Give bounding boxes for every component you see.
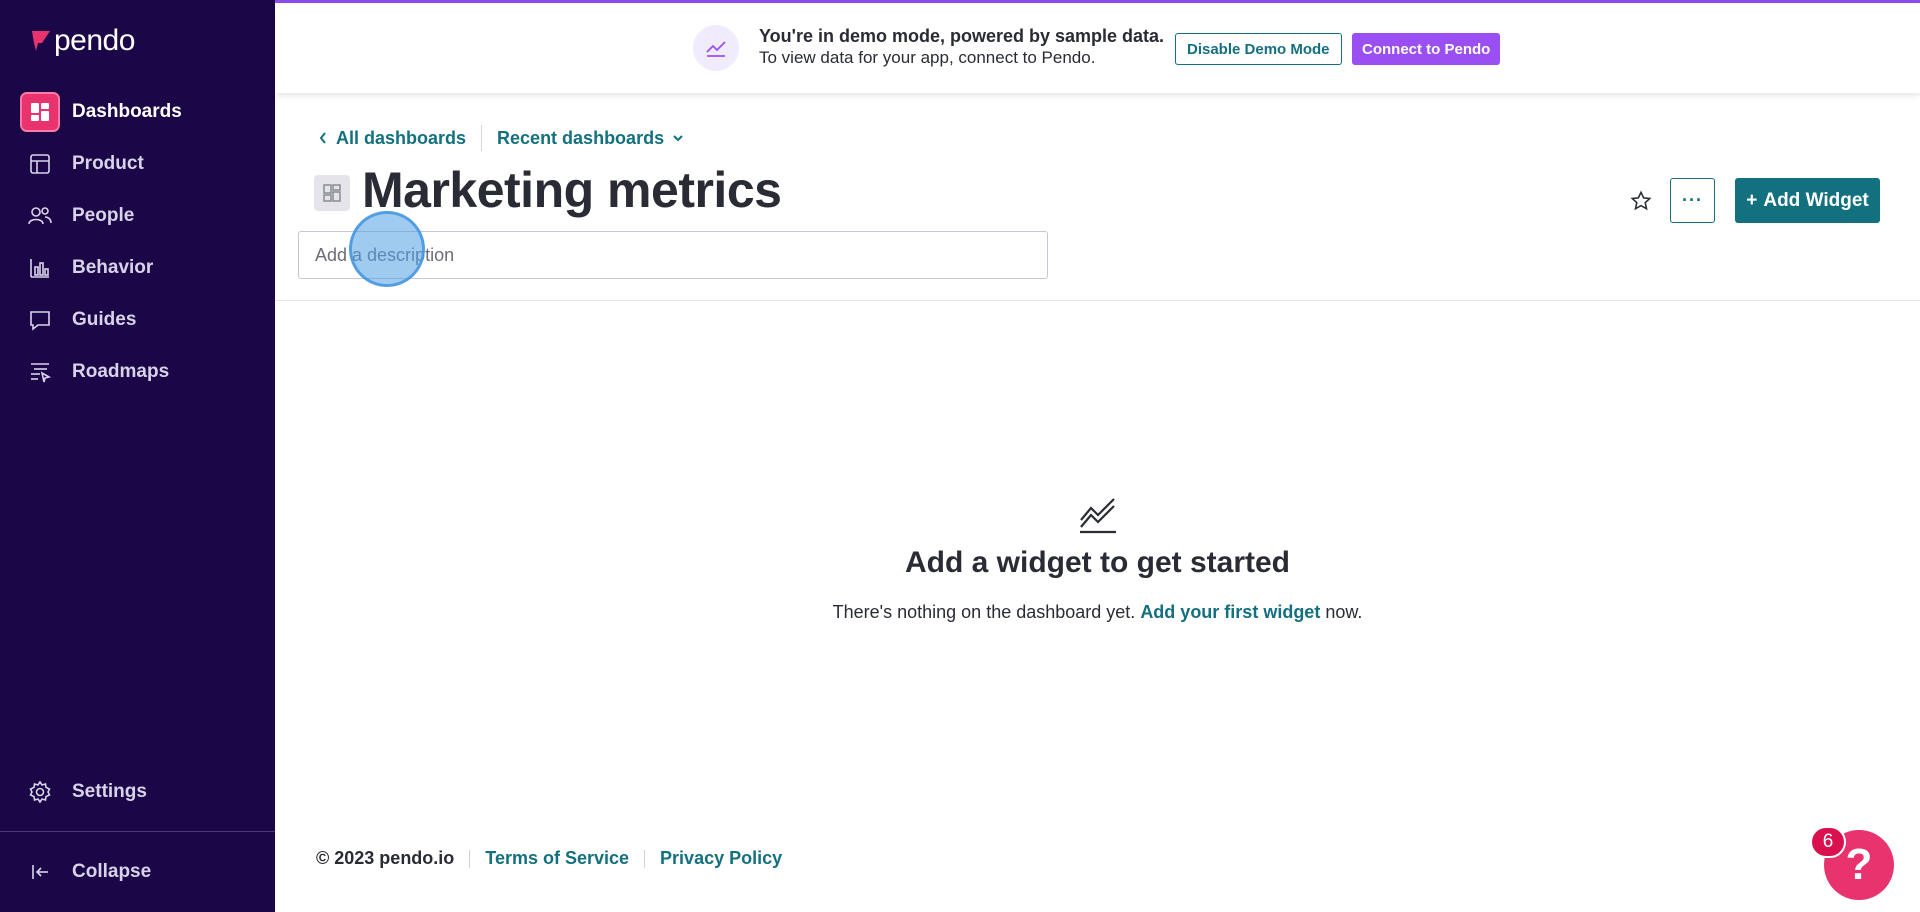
description-input[interactable]	[298, 231, 1048, 279]
empty-state-text-after: now.	[1320, 602, 1363, 622]
sidebar-item-guides[interactable]: Guides	[0, 294, 275, 346]
sidebar-item-label: Settings	[72, 781, 147, 802]
demo-mode-banner: You're in demo mode, powered by sample d…	[275, 3, 1920, 93]
banner-text: You're in demo mode, powered by sample d…	[759, 25, 1164, 69]
more-options-button[interactable]: ···	[1670, 178, 1715, 223]
all-dashboards-link[interactable]: All dashboards	[318, 128, 466, 149]
sidebar-collapse-button[interactable]: Collapse	[0, 846, 275, 898]
recent-dashboards-label: Recent dashboards	[497, 127, 665, 148]
plus-icon: +	[1746, 189, 1758, 211]
line-chart-icon	[1080, 498, 1116, 534]
all-dashboards-label: All dashboards	[336, 127, 467, 148]
empty-state-text: There's nothing on the dashboard yet. Ad…	[275, 602, 1920, 623]
sidebar-item-settings[interactable]: Settings	[0, 766, 275, 818]
sidebar-item-label: Product	[72, 153, 144, 174]
chevron-left-icon	[319, 132, 326, 144]
settings-section: Settings	[0, 766, 275, 818]
sidebar-item-label: Collapse	[72, 861, 152, 882]
footer-separator	[469, 849, 471, 868]
recent-dashboards-dropdown[interactable]: Recent dashboards	[497, 128, 684, 149]
sidebar-item-dashboards[interactable]: Dashboards	[0, 86, 275, 138]
gear-icon	[22, 774, 58, 810]
help-question-icon: ?	[1845, 840, 1873, 889]
main-nav: Dashboards Product People Behavior Guide…	[0, 86, 275, 398]
banner-subtitle: To view data for your app, connect to Pe…	[759, 48, 1096, 67]
sidebar-item-label: Behavior	[72, 257, 154, 278]
footer: © 2023 pendo.io Terms of Service Privacy…	[316, 848, 782, 869]
people-icon	[22, 198, 58, 234]
pendo-logo[interactable]: pendo	[28, 24, 135, 58]
add-widget-button[interactable]: + Add Widget	[1735, 178, 1880, 223]
chat-bubble-icon	[22, 302, 58, 338]
star-icon	[1630, 190, 1652, 211]
disable-demo-mode-button[interactable]: Disable Demo Mode	[1175, 33, 1342, 65]
add-first-widget-link[interactable]: Add your first widget	[1140, 602, 1320, 622]
footer-copyright: © 2023 pendo.io	[316, 848, 455, 868]
help-notification-badge: 6	[1810, 826, 1846, 858]
sidebar-item-roadmaps[interactable]: Roadmaps	[0, 346, 275, 398]
layout-icon	[22, 146, 58, 182]
sidebar-item-label: Guides	[72, 309, 137, 330]
pendo-logo-icon	[32, 31, 50, 51]
breadcrumb: All dashboards Recent dashboards	[318, 125, 684, 151]
sidebar-item-label: Roadmaps	[72, 361, 170, 382]
sidebar-divider	[0, 831, 275, 832]
sidebar-item-product[interactable]: Product	[0, 138, 275, 190]
terms-of-service-link[interactable]: Terms of Service	[485, 848, 629, 869]
footer-separator	[644, 849, 646, 868]
collapse-section: Collapse	[0, 846, 275, 898]
add-widget-label: Add Widget	[1763, 189, 1869, 211]
collapse-arrow-icon	[22, 854, 58, 890]
header-divider	[275, 300, 1920, 301]
logo-text: pendo	[54, 24, 135, 57]
connect-to-pendo-button[interactable]: Connect to Pendo	[1352, 33, 1501, 65]
dashboard-type-icon	[314, 175, 350, 211]
sidebar-item-label: Dashboards	[72, 101, 182, 122]
roadmap-icon	[22, 354, 58, 390]
trend-line-icon	[693, 25, 739, 71]
sidebar: pendo Dashboards Product People Behavior	[0, 0, 275, 912]
empty-state-title: Add a widget to get started	[904, 546, 1291, 579]
dashboard-icon	[20, 92, 60, 132]
sidebar-item-label: People	[72, 205, 135, 226]
breadcrumb-separator	[481, 125, 483, 151]
empty-state-text-before: There's nothing on the dashboard yet.	[832, 602, 1141, 622]
bar-chart-icon	[22, 250, 58, 286]
banner-title: You're in demo mode, powered by sample d…	[759, 26, 1165, 46]
sidebar-item-behavior[interactable]: Behavior	[0, 242, 275, 294]
favorite-star-button[interactable]	[1626, 186, 1656, 216]
privacy-policy-link[interactable]: Privacy Policy	[660, 848, 782, 869]
sidebar-item-people[interactable]: People	[0, 190, 275, 242]
page-title[interactable]: Marketing metrics	[362, 160, 782, 220]
chevron-down-icon	[673, 135, 683, 142]
